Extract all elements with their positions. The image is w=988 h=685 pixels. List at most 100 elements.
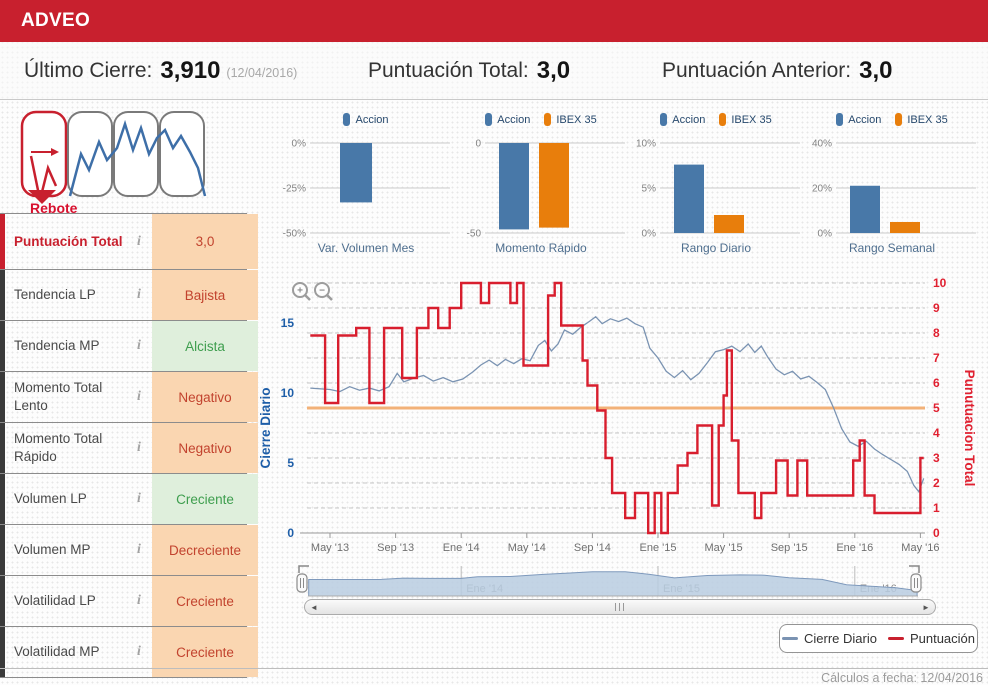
- bar: [890, 221, 920, 233]
- left-tick-label: 5: [287, 456, 294, 470]
- nav-right-handle[interactable]: [910, 573, 922, 593]
- bar: [539, 143, 569, 228]
- pattern-card-3[interactable]: [113, 111, 159, 197]
- mini-chart-title: Momento Rápido: [495, 241, 587, 255]
- left-tick-label: 10: [281, 386, 295, 400]
- legend-label: IBEX 35: [556, 113, 597, 126]
- legend-marker-icon: [719, 113, 727, 126]
- bar: [499, 143, 529, 230]
- zoom-out-icon[interactable]: −: [314, 282, 333, 301]
- chart-legend: Cierre Diario Puntuación: [779, 624, 978, 653]
- legend-label: Accion: [848, 113, 882, 126]
- scrollbar-right-arrow-icon[interactable]: ►: [919, 600, 933, 614]
- legend-label: Accion: [497, 113, 531, 126]
- footer-divider: [0, 668, 988, 669]
- info-icon[interactable]: i: [126, 627, 152, 677]
- svg-text:+: +: [297, 286, 303, 297]
- total-score-group: Puntuación Total: 3,0: [368, 42, 570, 99]
- mini-chart-plot: 40% 20% 0%: [812, 139, 976, 239]
- nav-right-bracket-icon: [909, 565, 920, 573]
- mini-chart-legend: Accion: [280, 113, 452, 126]
- row-value: Creciente: [152, 627, 258, 677]
- legend-label: IBEX 35: [907, 113, 948, 126]
- x-tick-label: Ene '14: [443, 542, 480, 554]
- scrollbar-grip[interactable]: [615, 603, 626, 611]
- mini-chart: Accion 0% -25% -50% Var. Volumen Mes: [280, 105, 452, 265]
- right-tick-label: 10: [933, 276, 947, 290]
- row-label: Volatilidad MP: [14, 644, 100, 660]
- app-header: ADVEO: [0, 0, 988, 42]
- y-tick-label: 5%: [642, 184, 657, 195]
- x-tick-label: May '16: [901, 542, 939, 554]
- legend-marker-icon: [343, 113, 351, 126]
- right-axis-title: Punutuacion Total: [962, 370, 977, 487]
- table-row: Volatilidad MP i Creciente: [0, 626, 258, 678]
- legend-label: IBEX 35: [731, 113, 772, 126]
- right-tick-label: 0: [933, 526, 940, 540]
- x-tick-label: May '15: [705, 542, 743, 554]
- mini-chart-title: Rango Diario: [680, 241, 752, 255]
- pattern-card-4[interactable]: [159, 111, 205, 197]
- scrollbar-left-arrow-icon[interactable]: ◄: [307, 600, 321, 614]
- pattern-selector: Rebote: [18, 106, 232, 218]
- mini-chart: Accion IBEX 35 40% 20% 0% Rango Semanal: [806, 105, 978, 265]
- mini-chart: Accion IBEX 35 10% 5% 0% Rango Diario: [630, 105, 802, 265]
- zoom-in-icon[interactable]: +: [292, 282, 311, 301]
- right-tick-label: 8: [933, 326, 940, 340]
- previous-score-value: 3,0: [859, 56, 893, 84]
- y-tick-label: 0: [475, 139, 481, 150]
- y-tick-label: -50%: [283, 229, 306, 239]
- main-chart: May '13 Sep '13 Ene '14 May '14 Sep '14 Ene '…: [258, 276, 977, 554]
- right-tick-label: 1: [933, 501, 940, 515]
- legend-item[interactable]: Puntuación: [887, 631, 975, 646]
- nav-left-bracket-icon: [298, 565, 309, 573]
- last-close-date: (12/04/2016): [226, 65, 298, 80]
- last-close-label: Último Cierre:: [24, 58, 153, 82]
- total-score-value: 3,0: [536, 56, 571, 84]
- nav-area-series: [308, 571, 918, 597]
- y-tick-label: 20%: [812, 184, 832, 195]
- svg-text:−: −: [319, 286, 325, 297]
- last-close-value: 3,910: [160, 56, 221, 84]
- right-tick-label: 9: [933, 301, 940, 315]
- last-close-group: Último Cierre: 3,910 (12/04/2016): [24, 42, 297, 99]
- navigator[interactable]: Ene '14Ene '15Ene '16: [0, 562, 988, 600]
- legend-item: Accion: [343, 113, 389, 126]
- legend-line-icon: [781, 637, 798, 640]
- left-tick-label: 0: [287, 526, 294, 540]
- legend-line-icon: [887, 637, 904, 640]
- legend-item: IBEX 35: [719, 113, 772, 126]
- legend-label: Cierre Diario: [803, 631, 877, 646]
- y-tick-label: -50: [467, 229, 482, 239]
- x-tick-label: May '14: [508, 542, 546, 554]
- legend-label: Accion: [672, 113, 706, 126]
- mini-chart-title: Rango Semanal: [848, 241, 936, 255]
- summary-bar: Último Cierre: 3,910 (12/04/2016) Puntua…: [0, 42, 988, 100]
- left-tick-label: 15: [281, 316, 295, 330]
- total-score-label: Puntuación Total:: [368, 58, 529, 82]
- mini-chart-plot: 0% -25% -50%: [283, 139, 450, 239]
- y-tick-label: 40%: [812, 139, 832, 150]
- info-icon[interactable]: i: [126, 214, 152, 269]
- mini-chart-plot: 0 -50: [467, 139, 625, 239]
- bar: [850, 185, 880, 233]
- nav-left-handle[interactable]: [296, 573, 308, 593]
- y-tick-label: 0%: [642, 229, 657, 239]
- mini-charts: Accion 0% -25% -50% Var. Volumen Mes Accion IB…: [250, 105, 988, 265]
- right-tick-label: 7: [933, 351, 940, 365]
- scrollbar[interactable]: ◄ ►: [304, 599, 936, 615]
- y-tick-label: 10%: [636, 139, 656, 150]
- legend-item[interactable]: Cierre Diario: [781, 631, 877, 646]
- right-tick-label: 5: [933, 401, 940, 415]
- legend-item: IBEX 35: [544, 113, 597, 126]
- row-label: Puntuación Total: [14, 233, 123, 249]
- mini-chart-legend: Accion IBEX 35: [806, 113, 978, 126]
- left-axis-title: Cierre Diario: [258, 387, 273, 468]
- legend-item: Accion: [836, 113, 881, 126]
- y-tick-label: 0%: [292, 139, 307, 150]
- x-tick-label: Sep '15: [771, 542, 808, 554]
- legend-marker-icon: [485, 113, 493, 126]
- previous-score-label: Puntuación Anterior:: [662, 58, 852, 82]
- y-tick-label: 0%: [818, 229, 833, 239]
- legend-marker-icon: [660, 113, 668, 126]
